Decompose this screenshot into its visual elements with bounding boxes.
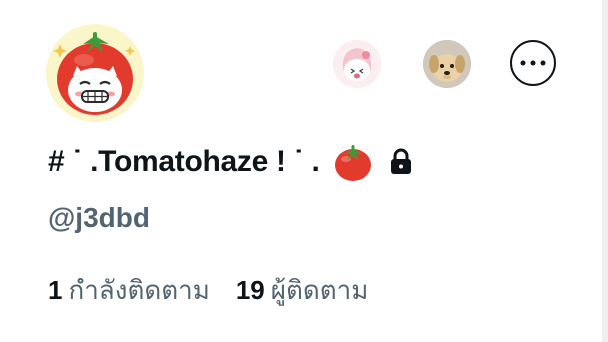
scroll-edge <box>602 0 608 342</box>
followers-link[interactable]: 19 ผู้ติดตาม <box>236 270 369 311</box>
profile-avatar[interactable] <box>46 24 144 122</box>
following-label: กำลังติดตาม <box>68 275 210 305</box>
following-link[interactable]: 1 กำลังติดตาม <box>48 270 210 311</box>
follow-stats: 1 กำลังติดตาม 19 ผู้ติดตาม <box>48 270 368 311</box>
puppy-icon <box>423 40 471 88</box>
puppy-avatar[interactable] <box>423 40 471 88</box>
followers-count: 19 <box>235 275 265 305</box>
followers-label: ผู้ติดตาม <box>270 275 369 305</box>
user-handle: @j3dbd <box>48 202 150 233</box>
tomato-character-icon <box>53 32 135 115</box>
melody-icon <box>333 40 381 88</box>
profile-header: # ˙ .Tomatohaze ! ˙ . @j3dbd 1 กำลังติดต… <box>0 0 608 342</box>
lock-icon <box>390 148 411 174</box>
tomato-icon <box>334 145 371 181</box>
display-name: # ˙ .Tomatohaze ! ˙ . <box>48 145 320 178</box>
more-options-button[interactable] <box>510 40 556 86</box>
display-name-row: # ˙ .Tomatohaze ! ˙ . <box>48 142 414 182</box>
following-count: 1 <box>48 275 63 305</box>
more-options-icon <box>520 60 546 66</box>
melody-avatar[interactable] <box>333 40 381 88</box>
